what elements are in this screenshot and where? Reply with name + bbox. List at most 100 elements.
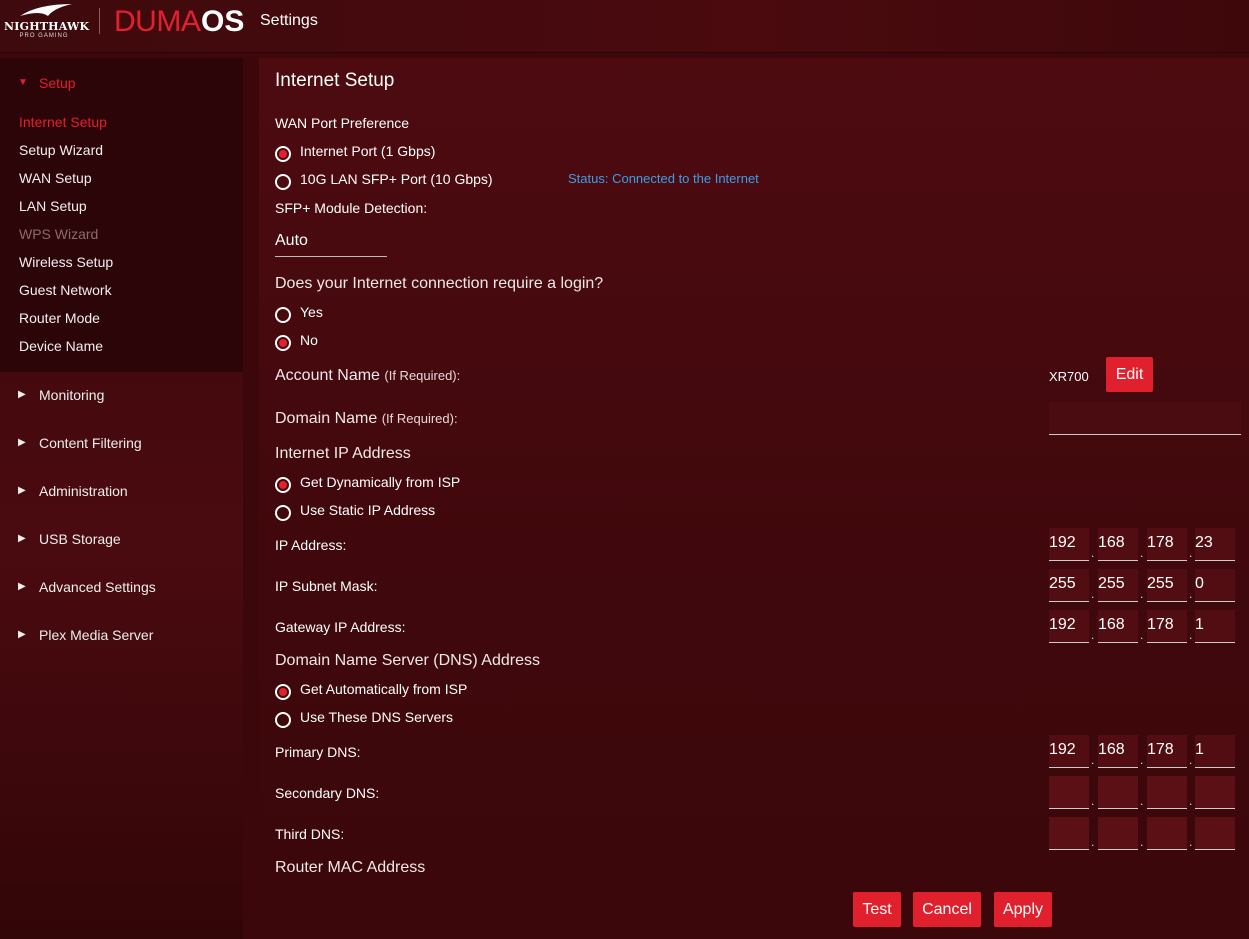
radio-sfp-port-label[interactable]: 10G LAN SFP+ Port (10 Gbps) bbox=[300, 171, 493, 187]
sidebar-section-usb-storage[interactable]: ▶ USB Storage bbox=[0, 525, 243, 555]
gateway-octet-1[interactable]: 192 bbox=[1049, 610, 1089, 643]
radio-login-yes[interactable] bbox=[275, 307, 291, 323]
radio-login-yes-label[interactable]: Yes bbox=[300, 304, 323, 320]
secondary-dns-octet-3[interactable] bbox=[1147, 776, 1187, 809]
caret-right-icon: ▶ bbox=[18, 629, 26, 640]
os-logo-text: OS bbox=[201, 5, 245, 38]
subnet-mask-octet-2[interactable]: 255 bbox=[1098, 569, 1138, 602]
octet-separator: . bbox=[1091, 753, 1095, 767]
third-dns-octet-1[interactable] bbox=[1049, 817, 1089, 850]
account-name-label: Account Name (If Required): bbox=[275, 367, 461, 384]
sidebar-section-administration[interactable]: ▶ Administration bbox=[0, 477, 243, 507]
octet-separator: . bbox=[1140, 628, 1144, 642]
octet-separator: . bbox=[1091, 628, 1095, 642]
octet-separator: . bbox=[1189, 587, 1193, 601]
sidebar-item-wireless-setup[interactable]: Wireless Setup bbox=[19, 254, 113, 270]
connection-status: Status: Connected to the Internet bbox=[568, 171, 759, 186]
ip-address-octet-2[interactable]: 168 bbox=[1098, 528, 1138, 561]
primary-dns-octet-2[interactable]: 168 bbox=[1098, 735, 1138, 768]
secondary-dns-octet-4[interactable] bbox=[1195, 776, 1235, 809]
subnet-mask-octet-1[interactable]: 255 bbox=[1049, 569, 1089, 602]
domain-name-input[interactable] bbox=[1049, 402, 1241, 435]
sfp-module-detection-select[interactable]: Auto bbox=[275, 228, 387, 257]
secondary-dns-octet-1[interactable] bbox=[1049, 776, 1089, 809]
octet-separator: . bbox=[1091, 794, 1095, 808]
caret-right-icon: ▶ bbox=[18, 485, 26, 496]
octet-separator: . bbox=[1140, 753, 1144, 767]
sidebar-item-internet-setup[interactable]: Internet Setup bbox=[19, 114, 107, 130]
login-question: Does your Internet connection require a … bbox=[275, 275, 604, 292]
primary-dns-octet-1[interactable]: 192 bbox=[1049, 735, 1089, 768]
top-bar: NIGHTHAWK PRO GAMING DUMA OS Settings bbox=[0, 0, 1249, 53]
octet-separator: . bbox=[1091, 835, 1095, 849]
apply-button[interactable]: Apply bbox=[994, 892, 1052, 927]
cancel-button[interactable]: Cancel bbox=[913, 892, 981, 927]
radio-internet-port-label[interactable]: Internet Port (1 Gbps) bbox=[300, 143, 435, 159]
secondary-dns-octet-2[interactable] bbox=[1098, 776, 1138, 809]
caret-right-icon: ▶ bbox=[18, 437, 26, 448]
octet-separator: . bbox=[1189, 753, 1193, 767]
sidebar-item-wan-setup[interactable]: WAN Setup bbox=[19, 170, 92, 186]
octet-separator: . bbox=[1189, 628, 1193, 642]
test-button[interactable]: Test bbox=[853, 892, 901, 927]
gateway-octet-2[interactable]: 168 bbox=[1098, 610, 1138, 643]
subnet-mask-octet-4[interactable]: 0 bbox=[1195, 569, 1235, 602]
radio-login-no[interactable] bbox=[275, 335, 291, 351]
internet-ip-heading: Internet IP Address bbox=[275, 445, 411, 462]
sidebar: ▼ Setup Internet Setup Setup Wizard WAN … bbox=[0, 58, 243, 939]
radio-dns-auto[interactable] bbox=[275, 684, 291, 700]
radio-dns-manual-label[interactable]: Use These DNS Servers bbox=[300, 709, 453, 725]
radio-login-no-label[interactable]: No bbox=[300, 332, 318, 348]
radio-dns-manual[interactable] bbox=[275, 712, 291, 728]
octet-separator: . bbox=[1189, 835, 1193, 849]
caret-right-icon: ▶ bbox=[18, 389, 26, 400]
octet-separator: . bbox=[1189, 794, 1193, 808]
radio-ip-dynamic[interactable] bbox=[275, 477, 291, 493]
page-title: Internet Setup bbox=[275, 70, 395, 91]
sidebar-section-setup[interactable]: ▼ Setup bbox=[0, 69, 243, 99]
sidebar-section-monitoring[interactable]: ▶ Monitoring bbox=[0, 381, 243, 411]
radio-dns-auto-label[interactable]: Get Automatically from ISP bbox=[300, 681, 467, 697]
subnet-mask-octet-3[interactable]: 255 bbox=[1147, 569, 1187, 602]
wan-port-preference-label: WAN Port Preference bbox=[275, 115, 410, 131]
secondary-dns-label: Secondary DNS: bbox=[275, 785, 380, 801]
edit-account-button[interactable]: Edit bbox=[1106, 357, 1153, 392]
app-title: Settings bbox=[260, 12, 318, 29]
radio-internet-port[interactable] bbox=[275, 146, 291, 162]
logo-divider bbox=[99, 8, 100, 34]
octet-separator: . bbox=[1140, 835, 1144, 849]
gateway-octet-3[interactable]: 178 bbox=[1147, 610, 1187, 643]
ip-address-octet-1[interactable]: 192 bbox=[1049, 528, 1089, 561]
nighthawk-logo: NIGHTHAWK PRO GAMING bbox=[4, 2, 89, 42]
radio-ip-static-label[interactable]: Use Static IP Address bbox=[300, 502, 435, 518]
octet-separator: . bbox=[1140, 546, 1144, 560]
sidebar-item-wps-wizard: WPS Wizard bbox=[19, 226, 99, 242]
caret-down-icon: ▼ bbox=[18, 77, 28, 88]
main-panel: Internet Setup WAN Port Preference Inter… bbox=[259, 58, 1249, 939]
sidebar-section-content-filtering[interactable]: ▶ Content Filtering bbox=[0, 429, 243, 459]
ip-address-octet-3[interactable]: 178 bbox=[1147, 528, 1187, 561]
sidebar-section-plex-media-server[interactable]: ▶ Plex Media Server bbox=[0, 621, 243, 651]
third-dns-octet-3[interactable] bbox=[1147, 817, 1187, 850]
sidebar-item-setup-wizard[interactable]: Setup Wizard bbox=[19, 142, 103, 158]
sidebar-item-lan-setup[interactable]: LAN Setup bbox=[19, 198, 87, 214]
octet-separator: . bbox=[1140, 794, 1144, 808]
sidebar-section-advanced-settings[interactable]: ▶ Advanced Settings bbox=[0, 573, 243, 603]
sidebar-item-router-mode[interactable]: Router Mode bbox=[19, 310, 100, 326]
third-dns-octet-2[interactable] bbox=[1098, 817, 1138, 850]
radio-ip-dynamic-label[interactable]: Get Dynamically from ISP bbox=[300, 474, 460, 490]
third-dns-label: Third DNS: bbox=[275, 826, 345, 842]
primary-dns-octet-4[interactable]: 1 bbox=[1195, 735, 1235, 768]
sfp-module-detection-label: SFP+ Module Detection: bbox=[275, 200, 428, 216]
primary-dns-octet-3[interactable]: 178 bbox=[1147, 735, 1187, 768]
gateway-octet-4[interactable]: 1 bbox=[1195, 610, 1235, 643]
caret-right-icon: ▶ bbox=[18, 581, 26, 592]
duma-logo-text: DUMA bbox=[114, 5, 201, 38]
sidebar-item-device-name[interactable]: Device Name bbox=[19, 338, 103, 354]
sidebar-item-guest-network[interactable]: Guest Network bbox=[19, 282, 112, 298]
ip-address-octet-4[interactable]: 23 bbox=[1195, 528, 1235, 561]
third-dns-octet-4[interactable] bbox=[1195, 817, 1235, 850]
radio-ip-static[interactable] bbox=[275, 505, 291, 521]
gateway-label: Gateway IP Address: bbox=[275, 619, 406, 635]
radio-sfp-port[interactable] bbox=[275, 174, 291, 190]
